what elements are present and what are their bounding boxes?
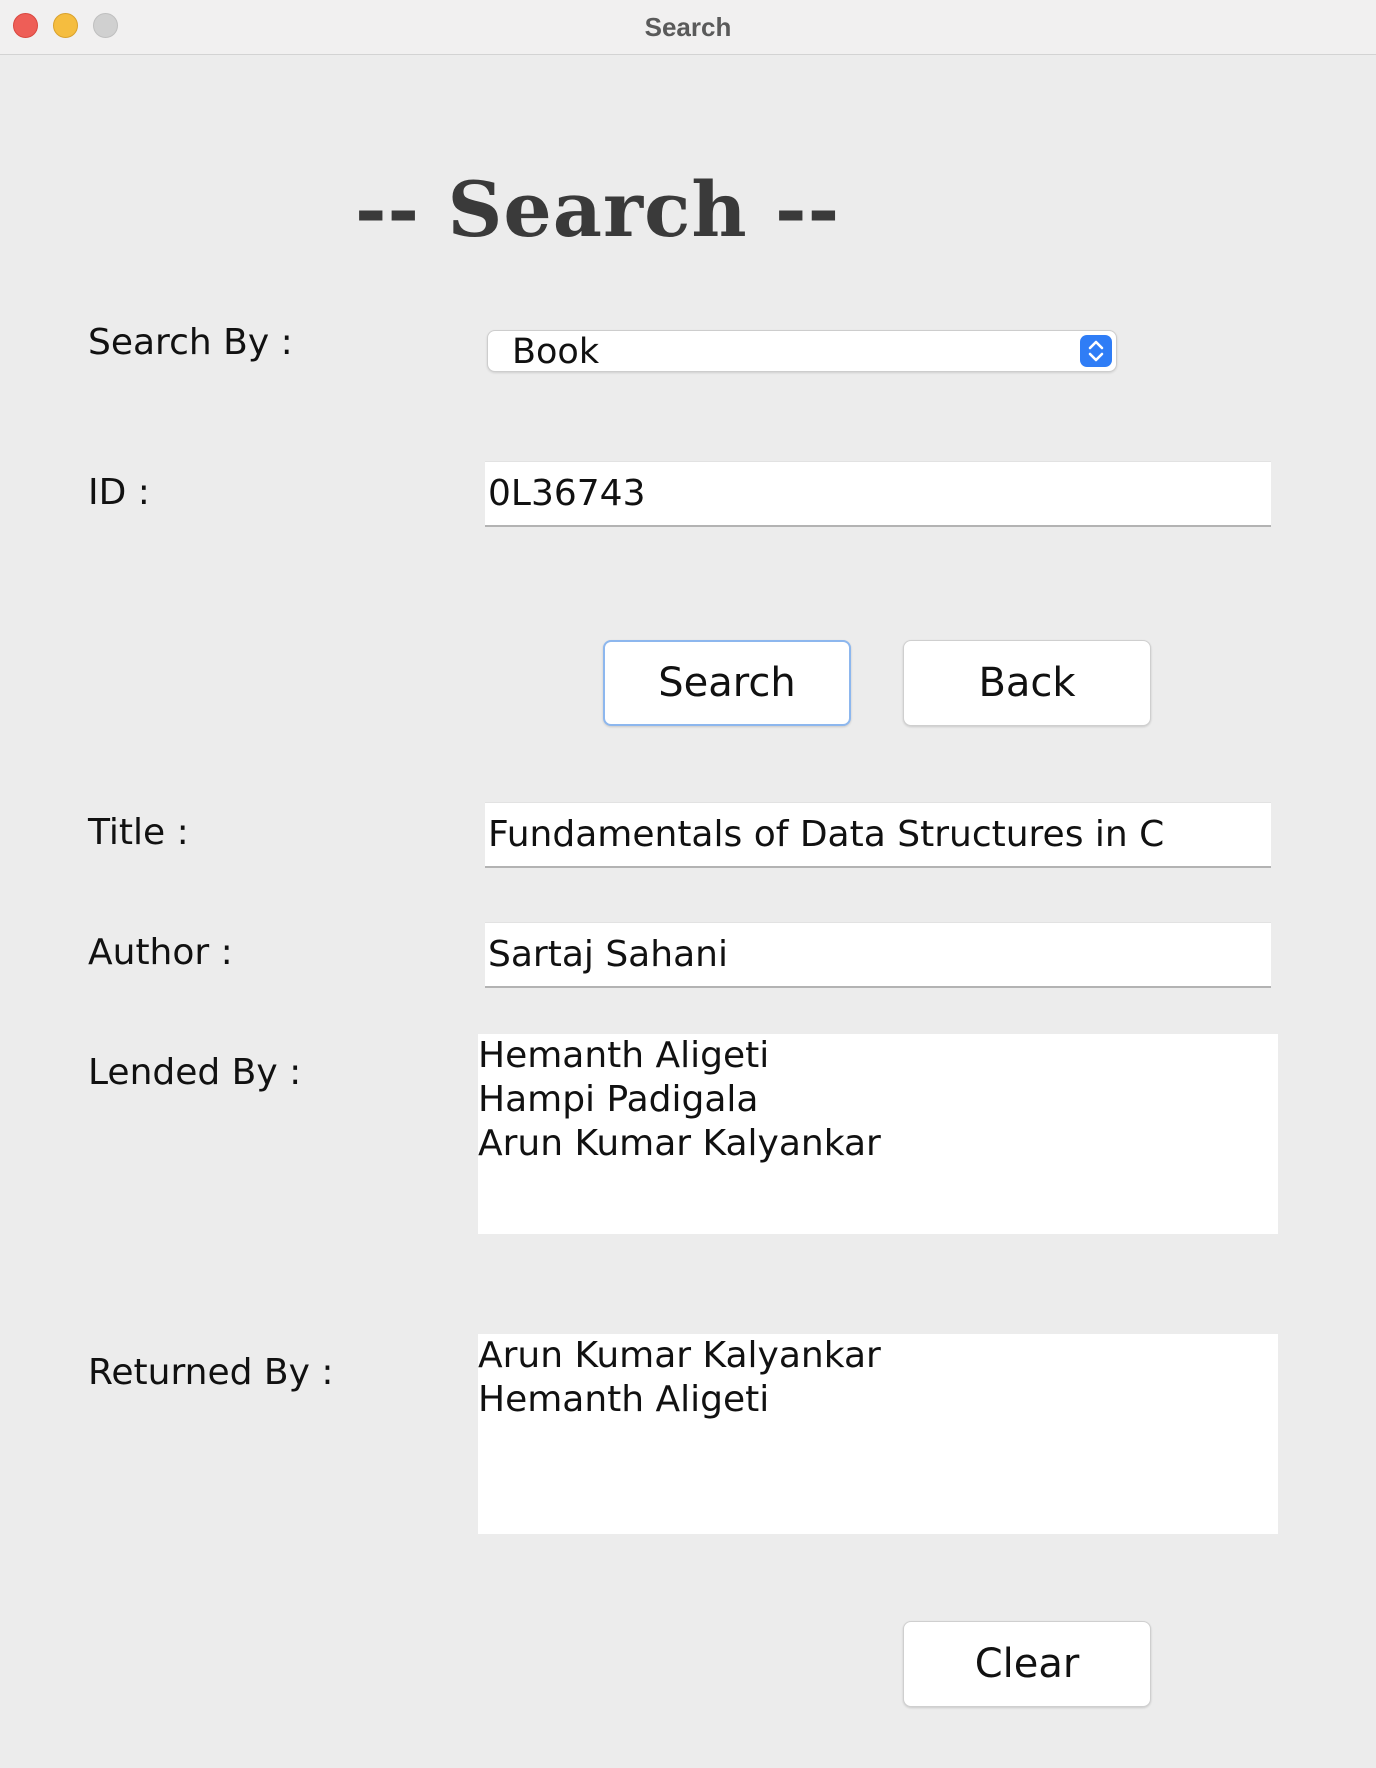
lended-by-label: Lended By : xyxy=(88,1052,302,1093)
lended-by-name: Arun Kumar Kalyankar xyxy=(478,1123,881,1164)
search-by-selected-value: Book xyxy=(512,332,600,372)
search-by-select[interactable]: Book xyxy=(487,330,1117,372)
author-input-value: Sartaj Sahani xyxy=(488,934,728,975)
up-down-chevron-icon xyxy=(1080,335,1112,367)
returned-by-textarea[interactable]: Arun Kumar Kalyankar Hemanth Aligeti xyxy=(478,1334,1278,1534)
search-by-label: Search By : xyxy=(88,322,293,363)
returned-by-label: Returned By : xyxy=(88,1352,334,1393)
author-input[interactable]: Sartaj Sahani xyxy=(485,922,1271,988)
window-title: Search xyxy=(644,12,732,42)
clear-button[interactable]: Clear xyxy=(903,1621,1151,1707)
id-label: ID : xyxy=(88,472,150,513)
lended-by-textarea[interactable]: Hemanth Aligeti Hampi Padigala Arun Kuma… xyxy=(478,1034,1278,1234)
title-input-value: Fundamentals of Data Structures in C xyxy=(488,814,1165,855)
back-button[interactable]: Back xyxy=(903,640,1151,726)
window-titlebar: Search xyxy=(0,0,1376,55)
title-input[interactable]: Fundamentals of Data Structures in C xyxy=(485,802,1271,868)
returned-by-name: Hemanth Aligeti xyxy=(478,1379,770,1420)
returned-by-name: Arun Kumar Kalyankar xyxy=(478,1335,881,1376)
lended-by-name: Hemanth Aligeti xyxy=(478,1035,770,1076)
id-input-value: 0L36743 xyxy=(488,473,646,514)
id-input[interactable]: 0L36743 xyxy=(485,461,1271,527)
page-heading: -- Search -- xyxy=(355,165,841,254)
title-label: Title : xyxy=(88,812,189,853)
search-button[interactable]: Search xyxy=(603,640,851,726)
author-label: Author : xyxy=(88,932,233,973)
lended-by-name: Hampi Padigala xyxy=(478,1079,759,1120)
